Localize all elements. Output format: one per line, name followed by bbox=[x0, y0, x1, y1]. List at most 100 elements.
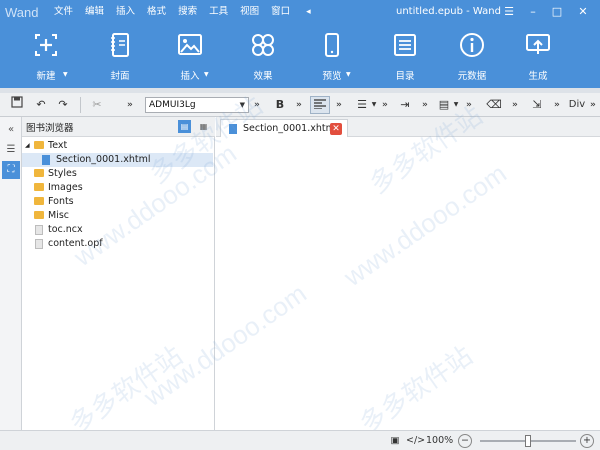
window-title: untitled.epub - Wand bbox=[396, 6, 501, 17]
menu-edit[interactable]: 编辑 bbox=[79, 0, 110, 24]
bullet-list-icon[interactable]: ☰ bbox=[354, 96, 370, 114]
metadata-label: 元数据 bbox=[457, 71, 487, 82]
menu-search[interactable]: 搜索 bbox=[172, 0, 203, 24]
zoom-level: 100% bbox=[426, 435, 454, 446]
toolbar-more-icon[interactable]: » bbox=[554, 96, 560, 114]
save-icon[interactable] bbox=[8, 96, 26, 114]
insert-block-icon[interactable]: ▤ bbox=[436, 96, 452, 114]
preview-icon bbox=[325, 33, 339, 57]
tree-folder-misc[interactable]: Misc bbox=[22, 209, 213, 223]
chevron-down-icon: ▼ bbox=[204, 71, 209, 78]
menu-window[interactable]: 窗口 bbox=[265, 0, 296, 24]
format-toolbar: ↶ ↷ ✂ » ADMUI3Lg ▼ » B » » ☰ ▼ » ⇥ » ▤ ▼… bbox=[0, 93, 600, 117]
collapse-icon[interactable]: « bbox=[2, 121, 20, 139]
file-icon bbox=[35, 225, 43, 235]
toolbar-more-icon[interactable]: » bbox=[127, 96, 133, 114]
toolbar-more-icon[interactable]: » bbox=[422, 96, 428, 114]
file-icon bbox=[35, 239, 43, 249]
tree-folder-styles[interactable]: Styles bbox=[22, 167, 213, 181]
app-logo: Wand bbox=[5, 4, 39, 20]
chevron-down-icon: ▼ bbox=[63, 71, 68, 78]
tree-item-label: toc.ncx bbox=[48, 224, 83, 235]
menu-format[interactable]: 格式 bbox=[141, 0, 172, 24]
zoom-in-button[interactable]: + bbox=[580, 434, 594, 448]
generate-button[interactable]: 生成 bbox=[508, 24, 568, 88]
zoom-out-button[interactable]: − bbox=[458, 434, 472, 448]
metadata-icon bbox=[460, 33, 484, 57]
insert-label: 插入 bbox=[180, 71, 200, 82]
toolbar-separator bbox=[80, 97, 81, 113]
book-browser-panel: 图书浏览器 ▤ ▦ ◢ Text Section_0001.xhtml Styl… bbox=[22, 117, 215, 430]
zoom-slider-handle[interactable] bbox=[525, 435, 531, 447]
style-select-value: ADMUI3Lg bbox=[149, 100, 196, 110]
toolbar-more-icon[interactable]: » bbox=[296, 96, 302, 114]
expand-arrow-icon[interactable]: ◢ bbox=[25, 139, 30, 153]
tree-item-label: content.opf bbox=[48, 238, 103, 249]
editor-area[interactable] bbox=[216, 137, 600, 430]
toolbar-more-icon[interactable]: » bbox=[590, 96, 596, 114]
tree-item-label: Misc bbox=[48, 210, 70, 221]
new-button[interactable]: 新建 ▼ bbox=[16, 24, 76, 88]
effects-label: 效果 bbox=[253, 71, 273, 82]
chevron-down-icon[interactable]: ▼ bbox=[452, 96, 460, 114]
style-select[interactable]: ADMUI3Lg ▼ bbox=[145, 97, 249, 113]
tab-label: Section_0001.xhtml bbox=[243, 123, 338, 134]
menu-tools[interactable]: 工具 bbox=[203, 0, 234, 24]
folder-icon bbox=[34, 211, 44, 219]
design-view-icon[interactable]: ▣ bbox=[388, 434, 402, 448]
chevron-down-icon[interactable]: ▼ bbox=[370, 96, 378, 114]
toolbar-more-icon[interactable]: » bbox=[466, 96, 472, 114]
list-mode-icon[interactable]: ▤ bbox=[178, 120, 191, 133]
close-tab-icon[interactable]: ✕ bbox=[330, 123, 342, 135]
tree-folder-fonts[interactable]: Fonts bbox=[22, 195, 213, 209]
menu-view[interactable]: 视图 bbox=[234, 0, 265, 24]
menu-bar: 文件 编辑 插入 格式 搜索 工具 视图 窗口 bbox=[48, 0, 296, 24]
tree-file-section[interactable]: Section_0001.xhtml bbox=[22, 153, 213, 167]
xhtml-file-icon bbox=[42, 155, 50, 165]
tree-file-content[interactable]: content.opf bbox=[22, 237, 213, 251]
tree-file-toc[interactable]: toc.ncx bbox=[22, 223, 213, 237]
list-view-icon[interactable]: ☰ bbox=[2, 141, 20, 159]
maximize-button[interactable]: □ bbox=[546, 0, 568, 24]
close-window-button[interactable]: ✕ bbox=[572, 0, 594, 24]
insert-file-icon[interactable]: ⇲ bbox=[528, 96, 546, 114]
menu-file[interactable]: 文件 bbox=[48, 0, 79, 24]
tree-view-icon[interactable]: ⛶ bbox=[2, 161, 20, 179]
tree-item-label: Styles bbox=[48, 168, 77, 179]
metadata-button[interactable]: 元数据 bbox=[442, 24, 502, 88]
cover-button[interactable]: 封面 bbox=[90, 24, 150, 88]
toolbar-more-icon[interactable]: » bbox=[512, 96, 518, 114]
grid-mode-icon[interactable]: ▦ bbox=[197, 120, 210, 133]
div-button[interactable]: Div bbox=[568, 96, 586, 114]
toc-button[interactable]: 目录 bbox=[375, 24, 435, 88]
xhtml-file-icon bbox=[229, 124, 237, 134]
chevron-down-icon: ▼ bbox=[346, 71, 351, 78]
bold-button[interactable]: B bbox=[272, 96, 288, 114]
align-left-button[interactable] bbox=[310, 96, 330, 114]
left-rail: « ☰ ⛶ bbox=[0, 117, 22, 430]
indent-icon[interactable]: ⇥ bbox=[396, 96, 414, 114]
preview-button[interactable]: 预览 ▼ bbox=[302, 24, 362, 88]
status-bar: ▣ </> 100% − + bbox=[0, 430, 600, 450]
redo-icon[interactable]: ↷ bbox=[54, 96, 72, 114]
back-icon[interactable]: ◂ bbox=[306, 7, 311, 17]
code-view-button[interactable]: </> bbox=[406, 434, 425, 448]
undo-icon[interactable]: ↶ bbox=[32, 96, 50, 114]
effects-icon bbox=[252, 34, 274, 56]
toolbar-more-icon[interactable]: » bbox=[254, 96, 260, 114]
eraser-icon[interactable]: ⌫ bbox=[486, 96, 502, 114]
tab-section-0001[interactable]: Section_0001.xhtml ✕ bbox=[220, 119, 348, 137]
options-icon[interactable]: ☰ bbox=[498, 0, 520, 24]
tree-item-label: Section_0001.xhtml bbox=[56, 154, 151, 165]
cut-icon[interactable]: ✂ bbox=[88, 96, 106, 114]
folder-icon bbox=[34, 183, 44, 191]
ribbon: 新建 ▼ 封面 插入 ▼ 效果 预览 ▼ 目录 元数据 生成 bbox=[0, 24, 600, 88]
toolbar-more-icon[interactable]: » bbox=[336, 96, 342, 114]
menu-insert[interactable]: 插入 bbox=[110, 0, 141, 24]
minimize-button[interactable]: – bbox=[522, 0, 544, 24]
effects-button[interactable]: 效果 bbox=[233, 24, 293, 88]
tree-folder-images[interactable]: Images bbox=[22, 181, 213, 195]
toolbar-more-icon[interactable]: » bbox=[382, 96, 388, 114]
tree-folder-text[interactable]: ◢ Text bbox=[22, 139, 213, 153]
insert-button[interactable]: 插入 ▼ bbox=[160, 24, 220, 88]
